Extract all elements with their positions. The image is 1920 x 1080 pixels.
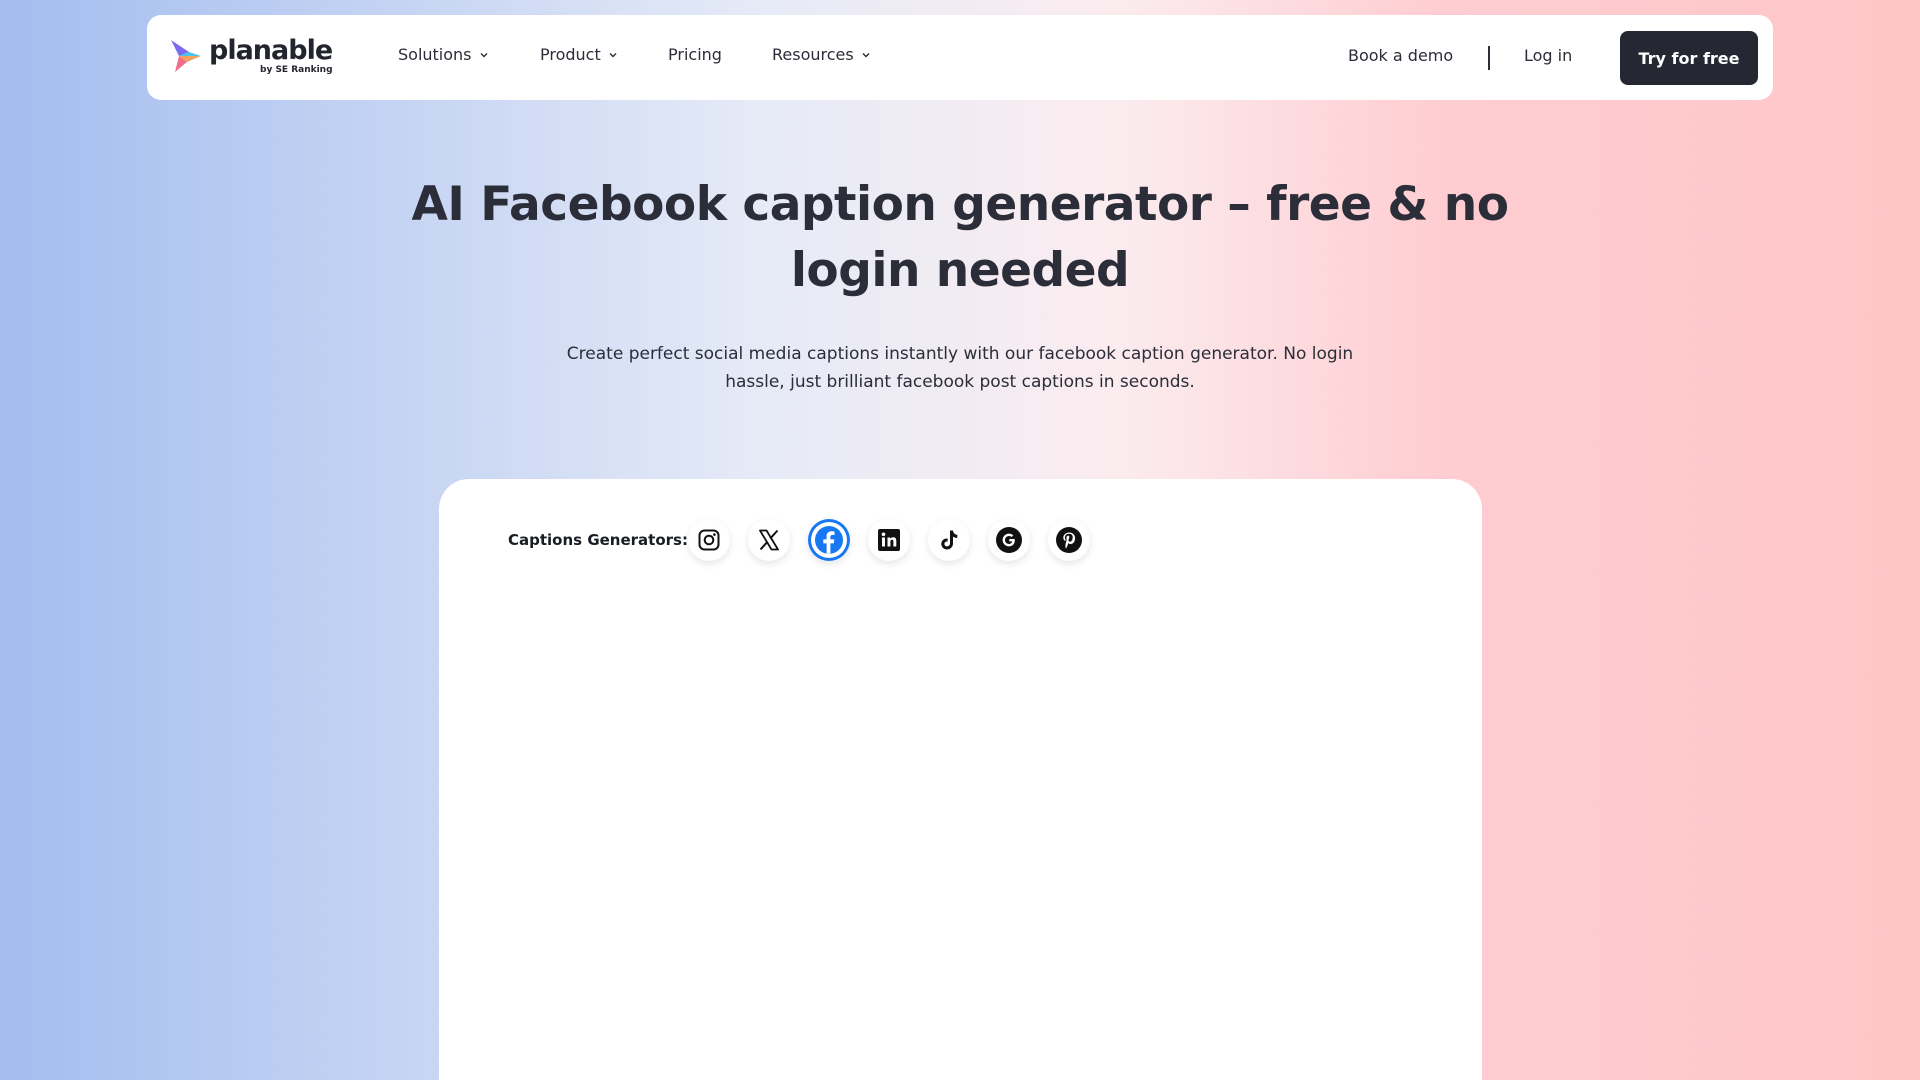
platform-linkedin-button[interactable] [868, 519, 910, 561]
linkedin-icon [878, 529, 900, 551]
nav-pricing-label: Pricing [668, 45, 722, 64]
chevron-down-icon [862, 52, 870, 57]
chevron-down-icon [480, 52, 488, 57]
nav-resources[interactable]: Resources [772, 45, 870, 64]
chevron-down-icon [609, 52, 617, 57]
tiktok-icon [941, 530, 958, 550]
instagram-icon [698, 529, 720, 551]
google-icon [996, 527, 1022, 553]
pinterest-icon [1056, 527, 1082, 553]
platform-pinterest-button[interactable] [1048, 519, 1090, 561]
nav-pricing[interactable]: Pricing [668, 45, 722, 64]
x-icon [759, 529, 779, 551]
nav-divider [1488, 46, 1490, 70]
nav-product-label: Product [540, 45, 601, 64]
platform-tiktok-button[interactable] [928, 519, 970, 561]
logo-byline: by SE Ranking [260, 65, 333, 75]
platform-instagram-button[interactable] [688, 519, 730, 561]
nav-resources-label: Resources [772, 45, 854, 64]
platform-x-button[interactable] [748, 519, 790, 561]
planable-logo[interactable]: planable by SE Ranking [169, 35, 333, 80]
book-demo-link[interactable]: Book a demo [1348, 46, 1453, 65]
planable-logo-mark-icon [171, 40, 201, 72]
top-navbar: planable by SE Ranking Solutions Product… [147, 15, 1773, 100]
platform-facebook-button[interactable] [808, 519, 850, 561]
page-title: AI Facebook caption generator – free & n… [411, 177, 1509, 298]
platform-google-button[interactable] [988, 519, 1030, 561]
try-for-free-button[interactable]: Try for free [1620, 31, 1758, 85]
logo-wordmark: planable [209, 35, 333, 66]
caption-generator-card: Captions Generators: [439, 479, 1482, 1080]
login-link[interactable]: Log in [1524, 46, 1572, 65]
facebook-icon [815, 526, 843, 554]
page-subtitle: Create perfect social media captions ins… [566, 344, 1354, 392]
nav-solutions[interactable]: Solutions [398, 45, 488, 64]
captions-generators-label: Captions Generators: [508, 531, 688, 549]
nav-product[interactable]: Product [540, 45, 617, 64]
nav-solutions-label: Solutions [398, 45, 472, 64]
